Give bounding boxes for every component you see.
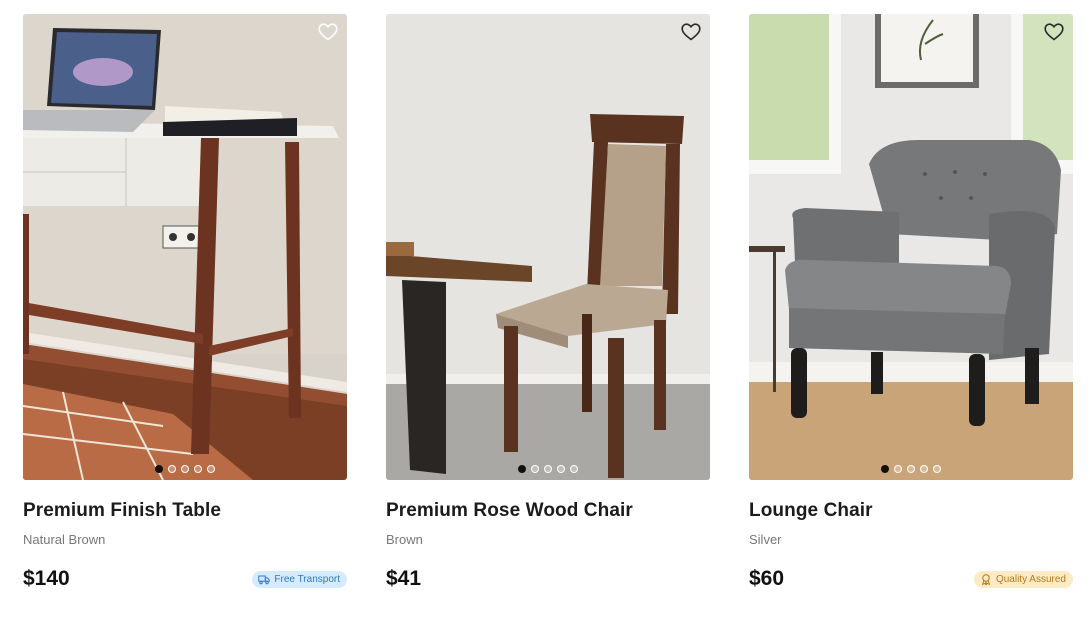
product-card[interactable]: Premium Rose Wood Chair Brown $41	[386, 14, 710, 591]
carousel-dot[interactable]	[194, 465, 202, 473]
heart-outline-icon	[681, 23, 701, 41]
product-price: $41	[386, 567, 422, 590]
product-image[interactable]	[749, 14, 1073, 480]
product-title[interactable]: Lounge Chair	[749, 500, 1073, 522]
carousel-dot[interactable]	[544, 465, 552, 473]
badge-label: Quality Assured	[995, 573, 1066, 585]
price-row: $60 Quality Assured	[749, 567, 1073, 591]
product-title[interactable]: Premium Finish Table	[23, 500, 347, 522]
favorite-button[interactable]	[318, 23, 338, 41]
product-price: $140	[23, 567, 70, 590]
product-price: $60	[749, 567, 785, 590]
heart-outline-icon	[1044, 23, 1064, 41]
product-title[interactable]: Premium Rose Wood Chair	[386, 500, 710, 522]
free-transport-badge: Free Transport	[252, 570, 347, 588]
lounge-chair-photo	[749, 14, 1073, 480]
carousel-dot[interactable]	[518, 465, 526, 473]
heart-outline-icon	[318, 23, 338, 41]
favorite-button[interactable]	[1044, 23, 1064, 41]
carousel-dot[interactable]	[894, 465, 902, 473]
chair-photo	[386, 14, 710, 480]
product-image[interactable]	[23, 14, 347, 480]
badge-label: Free Transport	[274, 573, 340, 585]
image-carousel-dots	[386, 465, 710, 473]
award-ribbon-icon	[981, 573, 991, 585]
image-carousel-dots	[749, 465, 1073, 473]
carousel-dot[interactable]	[920, 465, 928, 473]
carousel-dot[interactable]	[557, 465, 565, 473]
carousel-dot[interactable]	[155, 465, 163, 473]
carousel-dot[interactable]	[181, 465, 189, 473]
product-card[interactable]: Premium Finish Table Natural Brown $140 …	[23, 14, 347, 591]
quality-assured-badge: Quality Assured	[973, 570, 1073, 588]
carousel-dot[interactable]	[207, 465, 215, 473]
carousel-dot[interactable]	[531, 465, 539, 473]
product-variant: Natural Brown	[23, 532, 106, 547]
product-variant: Brown	[386, 532, 423, 547]
carousel-dot[interactable]	[933, 465, 941, 473]
desk-photo	[23, 14, 347, 480]
carousel-dot[interactable]	[570, 465, 578, 473]
carousel-dot[interactable]	[168, 465, 176, 473]
product-variant: Silver	[749, 532, 782, 547]
favorite-button[interactable]	[681, 23, 701, 41]
image-carousel-dots	[23, 465, 347, 473]
carousel-dot[interactable]	[881, 465, 889, 473]
price-row: $140 Free Transport	[23, 567, 347, 591]
truck-icon	[258, 575, 271, 584]
carousel-dot[interactable]	[907, 465, 915, 473]
product-image[interactable]	[386, 14, 710, 480]
product-card[interactable]: Lounge Chair Silver $60 Quality Assured	[749, 14, 1073, 591]
price-row: $41	[386, 567, 710, 591]
